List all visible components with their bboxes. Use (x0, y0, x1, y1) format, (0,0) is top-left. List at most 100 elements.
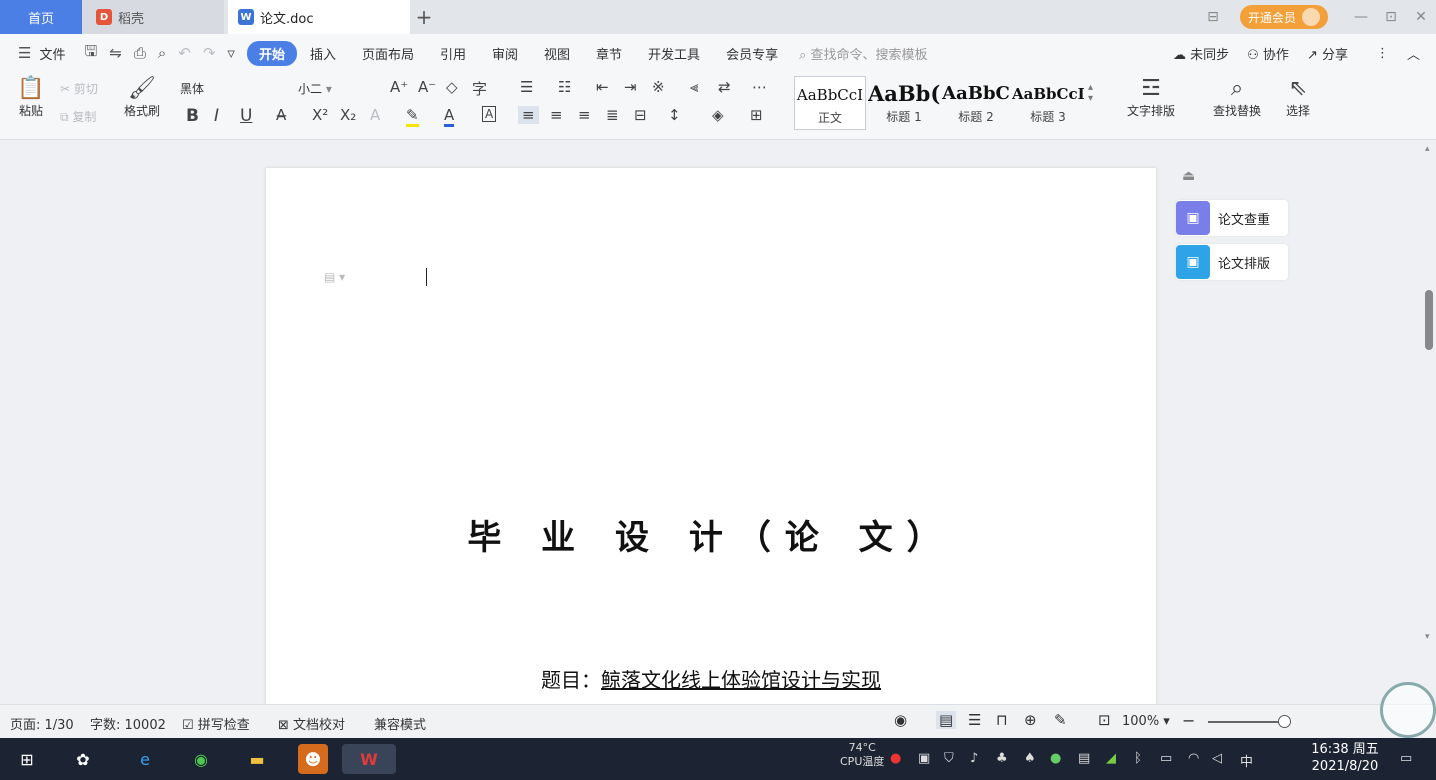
print-icon[interactable]: ⎙ (128, 44, 152, 62)
save-icon[interactable]: 🖫 (78, 41, 103, 66)
chinese-layout-icon[interactable]: ※ (652, 78, 665, 96)
menu-page-layout[interactable]: 页面布局 (349, 44, 427, 63)
eye-icon[interactable]: ◉ (894, 711, 907, 729)
distribute-icon[interactable]: ⊟ (634, 106, 647, 124)
style-normal[interactable]: AaBbCcI 正文 (794, 76, 866, 130)
tray-app-icon-5[interactable]: ● (1050, 751, 1061, 766)
paragraph-handle-icon[interactable]: ▤ ▾ (324, 270, 345, 284)
volume-icon[interactable]: ◁ (1212, 751, 1222, 766)
tray-app-icon-2[interactable]: ▣ (918, 751, 930, 766)
bell-icon[interactable]: ♪ (970, 751, 978, 766)
vertical-scrollbar[interactable]: ▴ ▾ (1422, 140, 1436, 704)
battery-icon[interactable]: ▭ (1160, 751, 1172, 766)
text-layout-button[interactable]: ☲ 文字排版 (1116, 76, 1186, 119)
export-icon[interactable]: ⇋ (103, 44, 128, 62)
tray-app-icon-4[interactable]: ♠ (1024, 751, 1036, 766)
fit-page-icon[interactable]: ⊡ (1098, 711, 1111, 729)
highlight-icon[interactable]: ✎ (406, 106, 419, 127)
nvidia-icon[interactable]: ◢ (1106, 751, 1116, 766)
windows-start-icon[interactable]: ⊞ (12, 744, 42, 774)
font-color-icon[interactable]: A (444, 106, 455, 127)
minimize-button[interactable]: — (1346, 9, 1376, 25)
file-explorer-icon[interactable]: ▬ (242, 744, 272, 774)
copy-button[interactable]: ⧉ 复制 (60, 108, 96, 125)
menu-start[interactable]: 开始 (246, 40, 297, 66)
select-button[interactable]: ⇖ 选择 (1276, 76, 1320, 119)
bullet-list-icon[interactable]: ☰ (520, 78, 533, 96)
floating-record-widget[interactable] (1380, 682, 1436, 738)
tab-home[interactable]: 首页 (0, 0, 82, 34)
italic-icon[interactable]: I (214, 106, 219, 126)
page-indicator[interactable]: 页面: 1/30 (10, 714, 74, 733)
menu-file[interactable]: 文件 (37, 44, 78, 63)
close-button[interactable]: ✕ (1406, 9, 1436, 25)
underline-icon[interactable]: U (240, 106, 252, 126)
menu-view[interactable]: 视图 (531, 44, 583, 63)
tray-app-icon-1[interactable]: ● (890, 751, 901, 766)
line-spacing-icon[interactable]: ↕ (668, 106, 681, 124)
document-subject[interactable]: 题目：鲸落文化线上体验馆设计与实现 (266, 664, 1156, 693)
pen-icon[interactable]: ✎ (1054, 711, 1067, 729)
green-browser-icon[interactable]: ◉ (186, 744, 216, 774)
paste-button[interactable]: 📋 粘贴 (12, 76, 50, 119)
align-center-icon[interactable]: ≡ (550, 106, 563, 124)
menu-review[interactable]: 审阅 (479, 44, 531, 63)
sync-button[interactable]: ☁ 未同步 (1173, 44, 1229, 63)
collab-button[interactable]: ⚇ 协作 (1247, 44, 1289, 63)
borders-icon[interactable]: ⊞ (750, 106, 763, 124)
shield-icon[interactable]: ⛉ (944, 751, 954, 766)
collapse-ribbon-icon[interactable]: ︿ (1407, 44, 1420, 63)
phonetic-icon[interactable]: 字 (472, 78, 487, 99)
menu-chapter[interactable]: 章节 (583, 44, 635, 63)
word-count[interactable]: 字数: 10002 (90, 714, 166, 733)
ie-browser-icon[interactable]: e (130, 744, 160, 774)
clear-format-icon[interactable]: ◇ (446, 78, 458, 96)
numbered-list-icon[interactable]: ☷ (558, 78, 571, 96)
menu-references[interactable]: 引用 (427, 44, 479, 63)
maximize-button[interactable]: ⊡ (1376, 9, 1406, 25)
document-page[interactable]: ▤ ▾ 毕 业 设 计（论 文） 题目：鲸落文化线上体验馆设计与实现 (266, 168, 1156, 704)
proofread-button[interactable]: ⊠ 文档校对 (278, 714, 345, 733)
hamburger-icon[interactable]: ☰ (12, 44, 37, 62)
tab-document[interactable]: W 论文.doc (228, 0, 410, 34)
tray-app-icon-6[interactable]: ▤ (1078, 751, 1090, 766)
find-replace-button[interactable]: ⌕ 查找替换 (1202, 76, 1272, 119)
shading-icon[interactable]: ◈ (712, 106, 724, 124)
style-heading3[interactable]: AaBbCcI 标题 3 (1012, 76, 1084, 130)
scroll-up-icon[interactable]: ▴ (1425, 144, 1430, 154)
zoom-slider[interactable] (1208, 721, 1284, 723)
style-heading2[interactable]: AaBbC 标题 2 (940, 76, 1012, 130)
share-button[interactable]: ↗ 分享 (1307, 44, 1348, 63)
style-scroll-icon[interactable]: ▴ ▾ (1088, 82, 1093, 104)
strikethrough-icon[interactable]: A̶ (276, 106, 286, 124)
customize-chevron-icon[interactable]: ▿ (221, 44, 241, 62)
print-preview-icon[interactable]: ⌕ (152, 44, 172, 62)
menu-member[interactable]: 会员专享 (713, 44, 791, 63)
show-marks-icon[interactable]: ⋯ (752, 78, 767, 96)
font-size-select[interactable]: 小二 ▾ (298, 80, 380, 97)
justify-icon[interactable]: ≣ (606, 106, 619, 124)
wps-taskbar-icon[interactable]: W (342, 744, 396, 774)
spell-check-button[interactable]: ☑ 拼写检查 (182, 714, 250, 733)
zoom-slider-knob[interactable] (1278, 715, 1291, 728)
shrink-font-icon[interactable]: A⁻ (418, 78, 436, 96)
scrollbar-thumb[interactable] (1425, 290, 1433, 350)
superscript-icon[interactable]: X² (312, 106, 328, 124)
notification-icon[interactable]: ▭ (1400, 751, 1412, 766)
align-right-icon[interactable]: ≡ (578, 106, 591, 124)
panel-collapse-icon[interactable]: ⏏ (1182, 168, 1195, 184)
text-direction-icon[interactable]: ⫷ (690, 78, 698, 96)
subscript-icon[interactable]: X₂ (340, 106, 356, 124)
style-heading1[interactable]: AaBb( 标题 1 (868, 76, 940, 130)
cut-button[interactable]: ✂ 剪切 (60, 80, 98, 97)
command-search[interactable]: ⌕ 查找命令、搜索模板 (799, 44, 927, 63)
undo-icon[interactable]: ↶ (172, 44, 197, 62)
tab-daoke[interactable]: D 稻壳 (82, 0, 224, 34)
outline-view-icon[interactable]: ☰ (968, 711, 981, 729)
system-clock[interactable]: 16:38 周五 2021/8/20 (1300, 741, 1390, 775)
format-painter-button[interactable]: 🖌 格式刷 (118, 76, 166, 119)
member-button[interactable]: 开通会员 (1239, 5, 1328, 29)
grow-font-icon[interactable]: A⁺ (390, 78, 408, 96)
tray-app-icon-3[interactable]: ♣ (996, 751, 1008, 766)
zoom-select[interactable]: 100% ▾ (1122, 714, 1170, 729)
